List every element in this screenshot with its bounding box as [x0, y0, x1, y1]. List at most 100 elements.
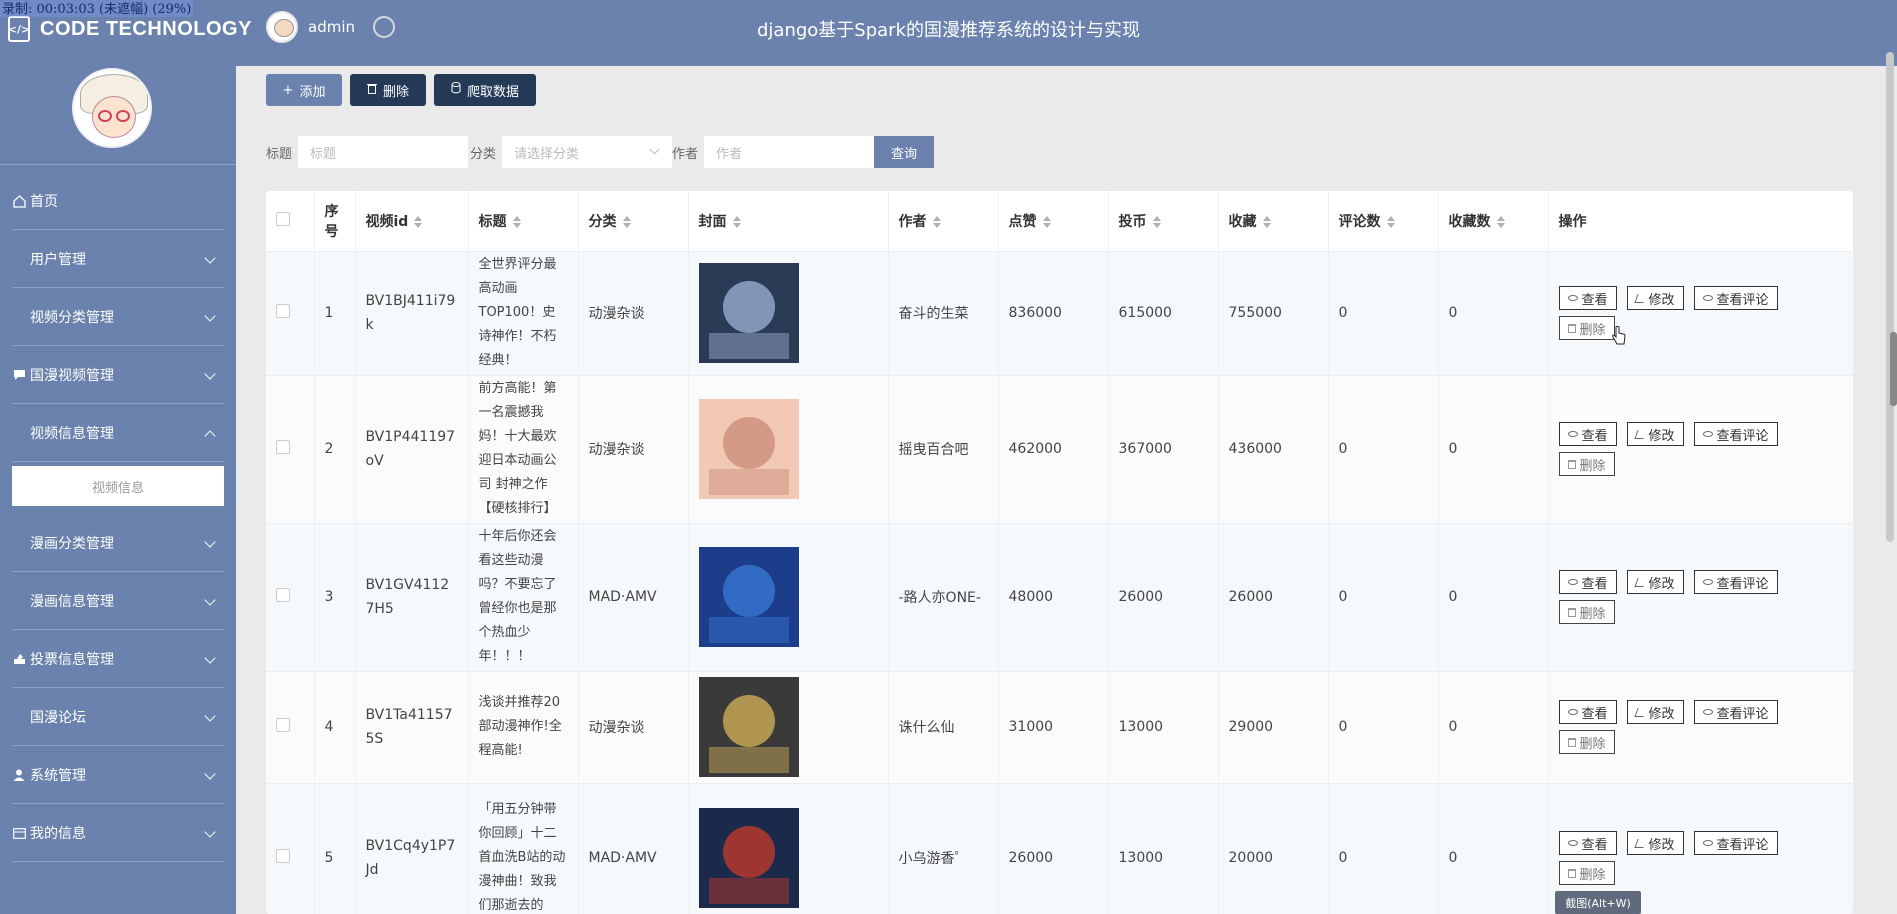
view-comments-button[interactable]: 查看评论 [1693, 570, 1778, 594]
col-header-sortable[interactable]: 视频id [355, 191, 469, 251]
sidebar-item-users[interactable]: 用户管理 [0, 230, 236, 288]
col-header-sortable[interactable]: 分类 [578, 191, 689, 251]
sort-icon[interactable] [1386, 215, 1395, 228]
query-button[interactable]: 查询 [874, 136, 935, 168]
edit-button[interactable]: 修改 [1626, 286, 1684, 310]
sidebar-item-video-info[interactable]: 视频信息管理 [0, 404, 236, 462]
category-placeholder: 请选择分类 [514, 146, 580, 162]
title-input[interactable]: 标题 [298, 136, 469, 168]
col-header-sortable[interactable]: 点赞 [998, 191, 1109, 251]
recording-overlay: 录制: 00:03:03 (未遮幅) (29%) [0, 0, 194, 17]
grid-icon [12, 252, 26, 266]
cover-image[interactable] [698, 399, 799, 499]
row-checkbox[interactable] [276, 588, 290, 602]
cover-image[interactable] [698, 677, 799, 777]
cell-collects: 0 [1438, 782, 1549, 914]
sort-icon[interactable] [1496, 215, 1505, 228]
edit-icon [1633, 429, 1647, 439]
view-comments-button[interactable]: 查看评论 [1693, 286, 1778, 310]
add-button[interactable]: + 添加 [266, 74, 342, 106]
sort-icon[interactable] [932, 215, 941, 228]
view-comments-button[interactable]: 查看评论 [1693, 831, 1778, 856]
row-select-cell[interactable] [266, 782, 315, 914]
sort-icon[interactable] [1042, 215, 1051, 228]
cell-category: 动漫杂谈 [578, 670, 689, 783]
cell-actions: 查看 修改 查看评论删除 [1548, 374, 1853, 523]
row-select-cell[interactable] [266, 670, 315, 783]
view-button[interactable]: 查看 [1558, 700, 1617, 724]
delete-row-button[interactable]: 删除 [1558, 316, 1615, 340]
sort-icon[interactable] [732, 215, 741, 228]
edit-button[interactable]: 修改 [1626, 422, 1684, 446]
user-menu[interactable]: admin [266, 11, 395, 43]
eye-icon [1702, 295, 1713, 301]
sidebar-avatar [72, 68, 152, 148]
delete-row-button[interactable]: 删除 [1558, 861, 1615, 886]
delete-row-button[interactable]: 删除 [1558, 452, 1615, 476]
col-header-sortable[interactable]: 收藏数 [1438, 191, 1549, 251]
view-comments-label: 查看评论 [1716, 576, 1769, 592]
username[interactable]: admin [308, 18, 355, 36]
col-header-sortable[interactable]: 投币 [1108, 191, 1219, 251]
delete-row-button[interactable]: 删除 [1558, 600, 1615, 624]
delete-button[interactable]: 删除 [350, 74, 426, 106]
select-all-cell[interactable] [266, 191, 315, 251]
edit-button[interactable]: 修改 [1626, 570, 1684, 594]
sort-icon[interactable] [1262, 215, 1271, 228]
row-select-cell[interactable] [266, 250, 315, 375]
sidebar-item-vote[interactable]: 投票信息管理 [0, 630, 236, 688]
view-button[interactable]: 查看 [1558, 286, 1617, 310]
col-header-label: 封面 [698, 213, 727, 230]
sidebar-item-video-category[interactable]: 视频分类管理 [0, 288, 236, 346]
view-comments-button[interactable]: 查看评论 [1693, 700, 1778, 724]
sidebar-subitem-video-info[interactable]: 视频信息 [12, 466, 224, 506]
sidebar-item-comic-category[interactable]: 漫画分类管理 [0, 514, 236, 572]
row-select-cell[interactable] [266, 374, 315, 523]
col-header-sortable[interactable]: 封面 [688, 191, 889, 251]
cell-title: 浅谈并推荐20部动漫神作!全程高能! [468, 670, 579, 783]
row-checkbox[interactable] [276, 849, 290, 864]
cover-image[interactable] [698, 263, 799, 363]
view-comments-button[interactable]: 查看评论 [1693, 422, 1778, 446]
edit-button[interactable]: 修改 [1626, 700, 1684, 724]
sidebar-item-forum[interactable]: 国漫论坛 [0, 688, 236, 746]
cell-collects: 0 [1438, 670, 1549, 783]
sidebar-item-comic-info[interactable]: 漫画信息管理 [0, 572, 236, 630]
sidebar-item-my-info[interactable]: 我的信息 [0, 804, 236, 862]
sort-icon[interactable] [414, 215, 423, 228]
row-checkbox[interactable] [276, 440, 290, 454]
col-header-sortable[interactable]: 作者 [888, 191, 999, 251]
row-select-cell[interactable] [266, 522, 315, 671]
row-checkbox[interactable] [276, 304, 290, 318]
author-input[interactable]: 作者 [704, 136, 875, 168]
sort-icon[interactable] [512, 215, 521, 228]
view-button[interactable]: 查看 [1558, 570, 1617, 594]
category-select[interactable]: 请选择分类 [502, 136, 673, 168]
edit-button[interactable]: 修改 [1626, 831, 1684, 856]
sidebar-item-video-manage[interactable]: 国漫视频管理 [0, 346, 236, 404]
sidebar-item-label: 视频信息管理 [30, 426, 114, 442]
cover-image[interactable] [698, 547, 799, 647]
sort-icon[interactable] [1152, 215, 1161, 228]
sidebar-item-label: 用户管理 [30, 252, 86, 268]
select-all-checkbox[interactable] [276, 211, 290, 226]
sort-icon[interactable] [622, 215, 631, 228]
crawl-data-button[interactable]: 爬取数据 [434, 74, 536, 106]
top-header: </> CODE TECHNOLOGY django基于Spark的国漫推荐系统… [0, 0, 1897, 66]
page-scrollbar[interactable] [1886, 52, 1894, 542]
view-button[interactable]: 查看 [1558, 831, 1617, 856]
col-header-sortable[interactable]: 标题 [468, 191, 579, 251]
sidebar-item-home[interactable]: 首页 [0, 172, 236, 230]
col-header-sortable[interactable]: 收藏 [1218, 191, 1329, 251]
row-checkbox[interactable] [276, 718, 290, 732]
cover-image[interactable] [698, 808, 799, 909]
delete-row-button[interactable]: 删除 [1558, 730, 1615, 754]
avatar[interactable] [266, 11, 298, 43]
theme-toggle-icon[interactable] [373, 16, 395, 38]
cell-category: MAD·AMV [578, 522, 689, 671]
col-header-sortable[interactable]: 评论数 [1328, 191, 1439, 251]
sidebar-item-system[interactable]: 系统管理 [0, 746, 236, 804]
scroll-handle[interactable] [1890, 332, 1897, 406]
title-label: 标题 [266, 146, 293, 162]
view-button[interactable]: 查看 [1558, 422, 1617, 446]
